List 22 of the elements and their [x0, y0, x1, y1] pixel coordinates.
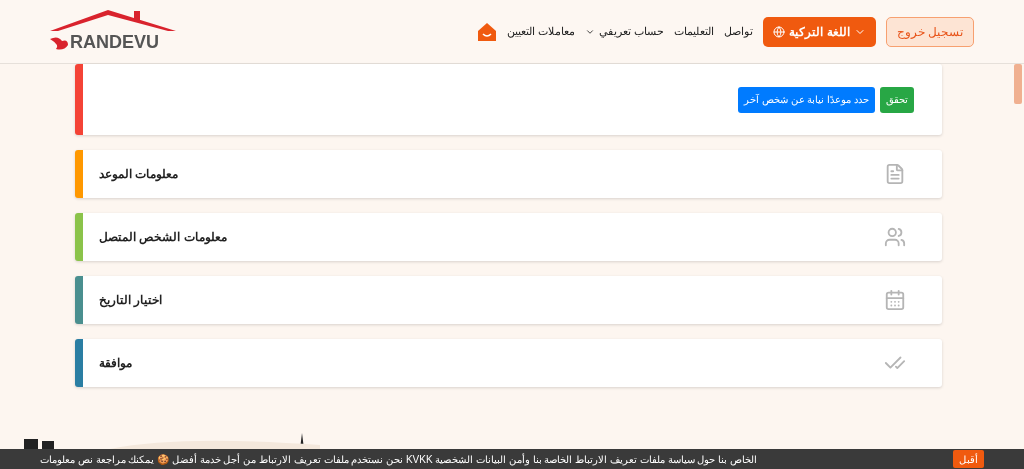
- cookie-text: الخاص بنا حول سياسة ملفات تعريف الارتباط الخاصة بنا وأمن البيانات الشخصية KVKK نحن نستخدم ملفات تعريف الارتباط من أجل خدمة أفضل 🍪 يمكنك مراجعة نص معلومات: [40, 452, 757, 467]
- nav-link[interactable]: معاملات التعيين: [507, 23, 576, 40]
- step-title: موافقة: [99, 355, 132, 372]
- step-card[interactable]: معلومات الشخص المتصل: [75, 213, 942, 261]
- step-title: معلومات الشخص المتصل: [99, 229, 227, 246]
- step-title: اختيار التاريخ: [99, 292, 163, 309]
- people-icon: [884, 226, 906, 248]
- step-card[interactable]: اختيار التاريخ: [75, 276, 942, 324]
- nav-link[interactable]: حساب تعريفي: [585, 23, 665, 40]
- scrollbar: [1014, 64, 1022, 104]
- nav-link[interactable]: التعليمات: [674, 23, 715, 40]
- action-button[interactable]: حدد موعدًا نيابة عن شخص آخر: [738, 86, 875, 113]
- calendar-icon: [884, 289, 906, 311]
- nav-link[interactable]: تواصل: [724, 23, 754, 40]
- step-card[interactable]: معلومات الموعد: [75, 150, 942, 198]
- document-icon: [884, 163, 906, 185]
- logo-text: RANDEVU: [70, 32, 159, 51]
- logo[interactable]: RANDEVU: [48, 6, 178, 57]
- globe-icon: [773, 25, 786, 38]
- step-title: معلومات الموعد: [99, 166, 179, 183]
- step-card[interactable]: موافقة: [75, 339, 942, 387]
- home-icon[interactable]: [477, 21, 498, 42]
